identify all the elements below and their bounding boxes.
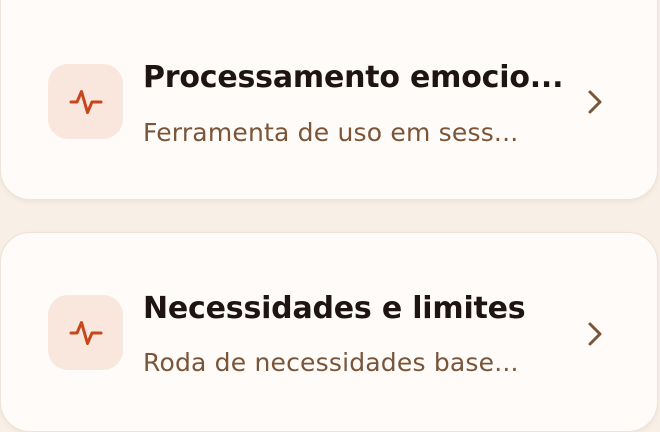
chevron-right-icon	[585, 88, 605, 116]
card-subtitle: Roda de necessidades base...	[143, 348, 519, 377]
card-title: Processamento emocio...	[143, 60, 564, 95]
tool-card-emotional-processing[interactable]: Processamento emocio... Ferramenta de us…	[0, 0, 658, 200]
activity-pulse-icon	[48, 64, 123, 139]
card-title: Necessidades e limites	[143, 291, 526, 326]
tool-card-needs-and-limits[interactable]: Necessidades e limites Roda de necessida…	[0, 232, 658, 432]
activity-pulse-icon	[48, 295, 123, 370]
card-subtitle: Ferramenta de uso em sess...	[143, 118, 519, 147]
chevron-right-icon	[585, 320, 605, 348]
